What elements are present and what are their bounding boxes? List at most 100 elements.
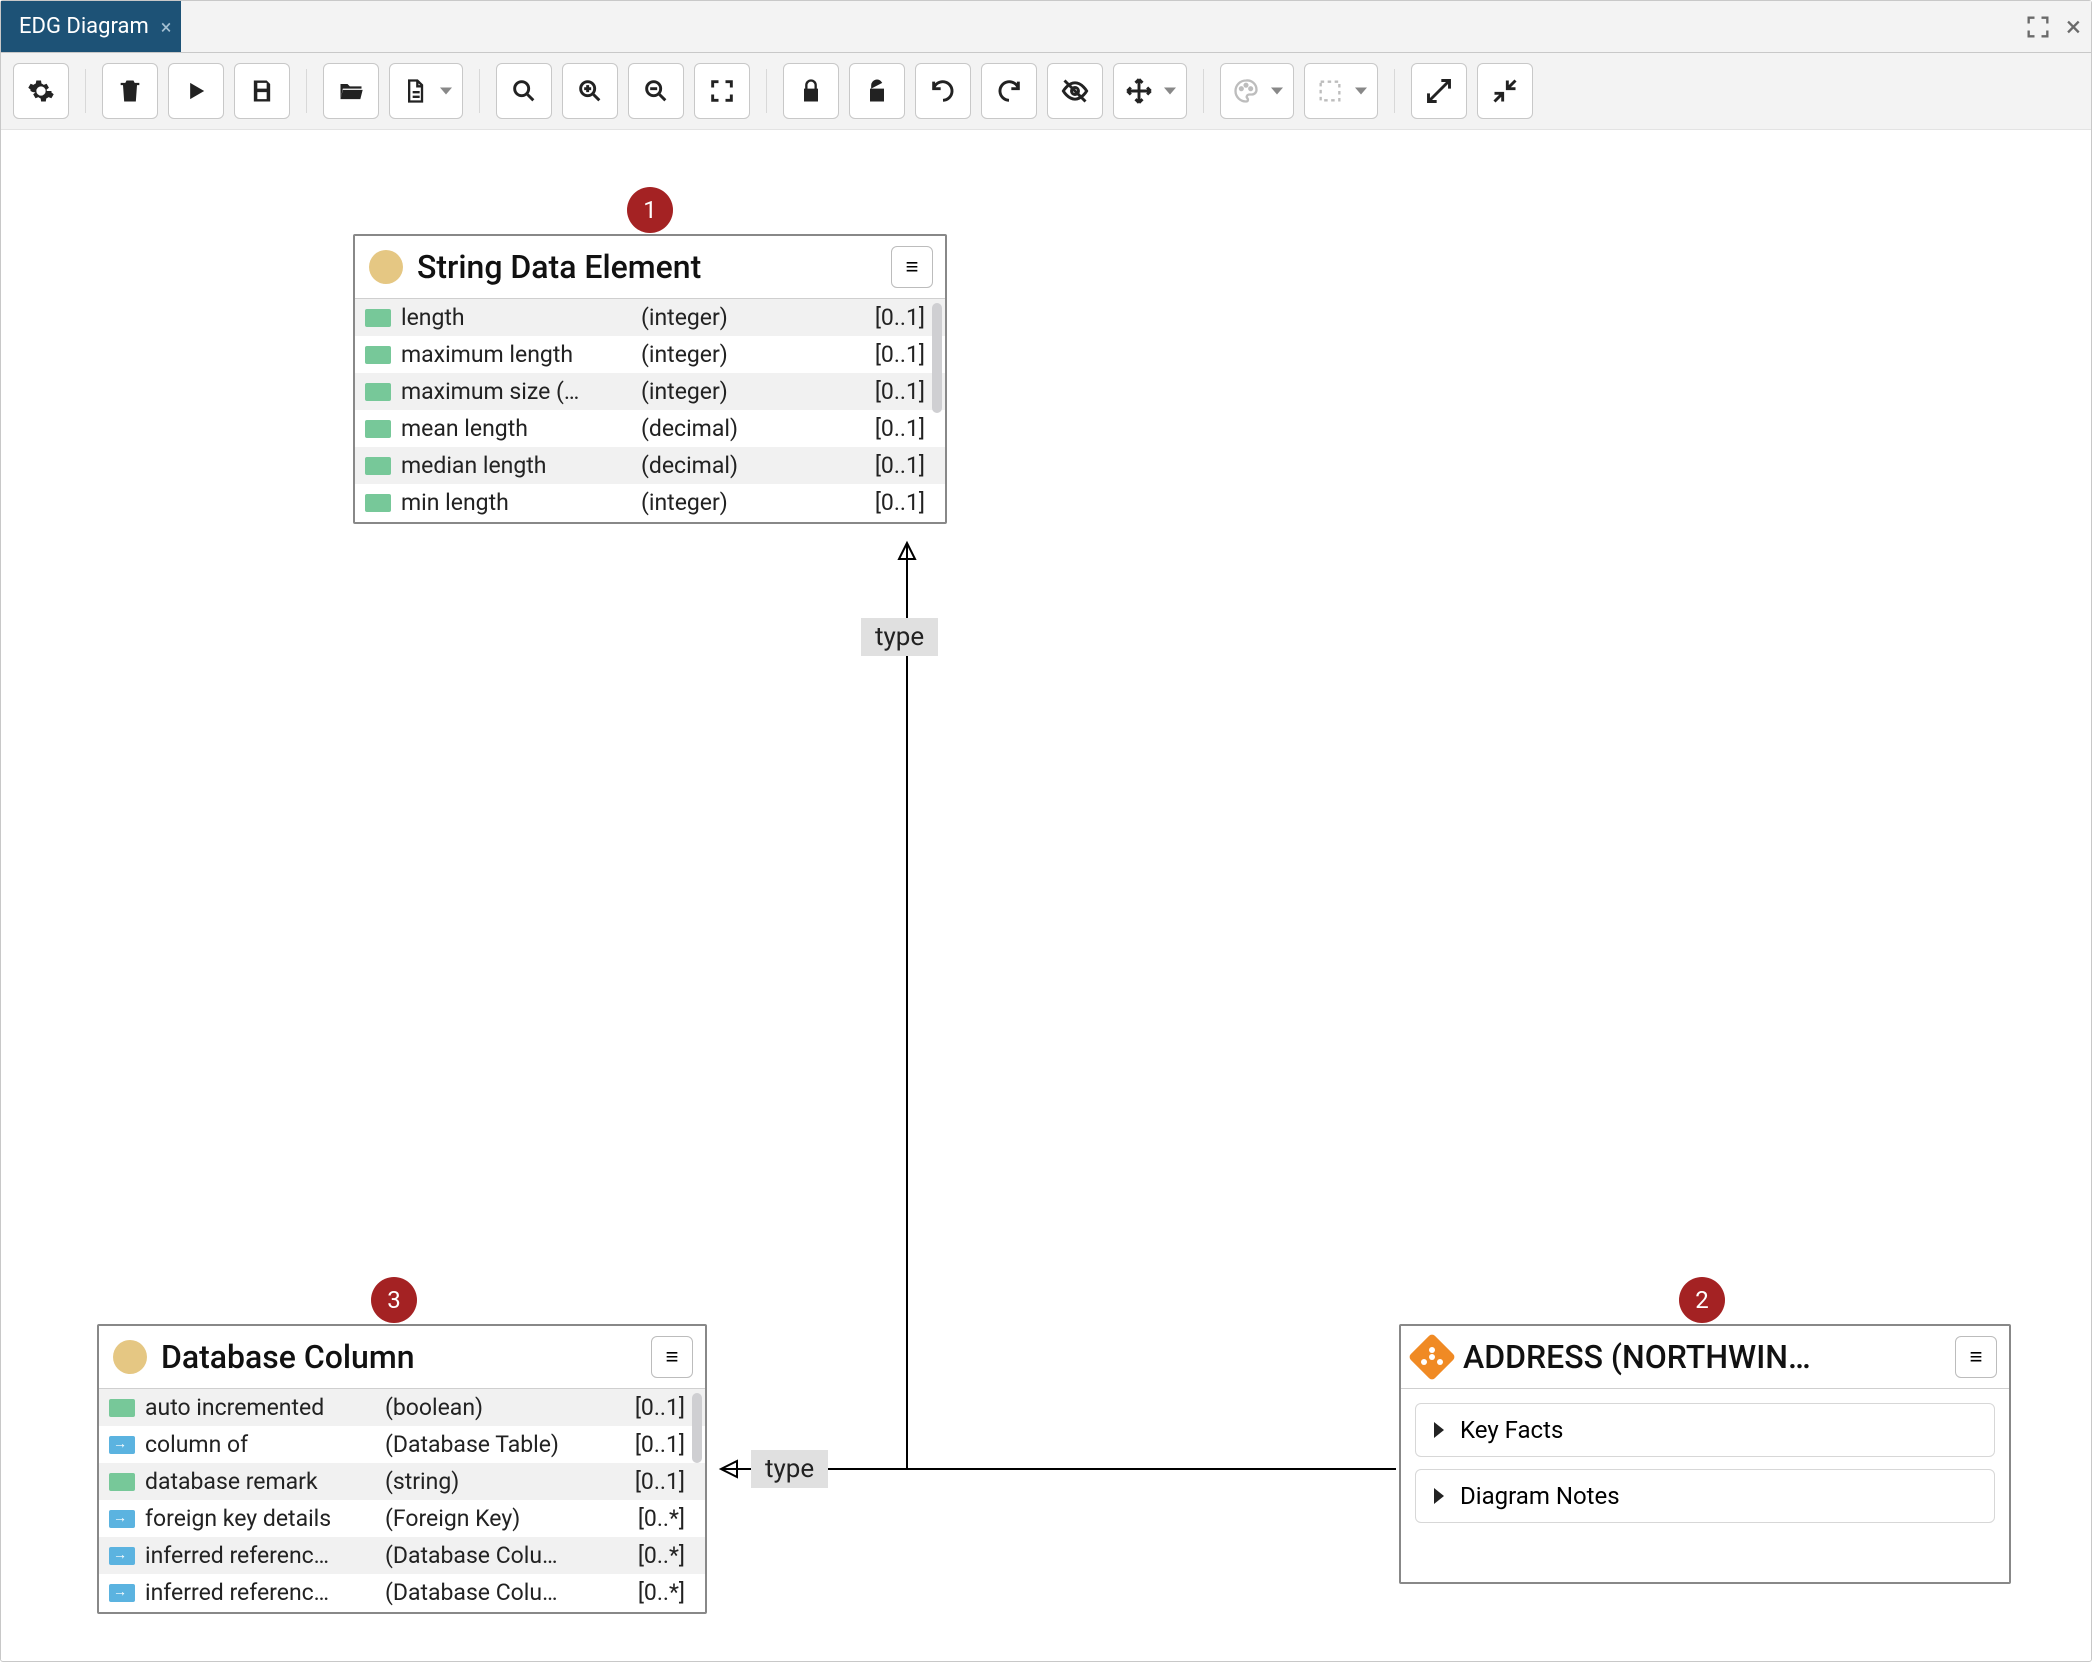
node-menu-button[interactable]: ≡: [1955, 1336, 1997, 1378]
property-row[interactable]: median length(decimal)[0..1]: [355, 447, 945, 484]
property-cardinality: [0..*]: [638, 1579, 685, 1606]
toolbar-separator: [85, 69, 86, 113]
lock-button[interactable]: [783, 63, 839, 119]
property-row[interactable]: length (integer) [0..1]: [355, 299, 945, 336]
maximize-icon[interactable]: [2024, 13, 2052, 41]
node-menu-button[interactable]: ≡: [651, 1336, 693, 1378]
collapse-button[interactable]: [1477, 63, 1533, 119]
unlock-button[interactable]: [849, 63, 905, 119]
property-cardinality: [0..1]: [635, 1468, 685, 1495]
diagram-panel: EDG Diagram × ×: [0, 0, 2092, 1662]
edge-label-type: type: [861, 618, 938, 656]
property-cardinality: [0..1]: [875, 304, 925, 331]
delete-button[interactable]: [102, 63, 158, 119]
property-name: min length: [401, 489, 631, 516]
node-string-data-element[interactable]: String Data Element ≡ length (integer) [0.…: [353, 234, 947, 524]
node-menu-button[interactable]: ≡: [891, 246, 933, 288]
zoom-in-button[interactable]: [562, 63, 618, 119]
datatype-icon: [365, 383, 391, 401]
property-cardinality: [0..1]: [875, 415, 925, 442]
datatype-icon: [365, 457, 391, 475]
open-button[interactable]: [323, 63, 379, 119]
property-cardinality: [0..1]: [875, 452, 925, 479]
marquee-button[interactable]: [1304, 63, 1378, 119]
toolbar-separator: [479, 69, 480, 113]
instance-icon: [1415, 1340, 1449, 1374]
property-name: median length: [401, 452, 631, 479]
move-button[interactable]: [1113, 63, 1187, 119]
property-row[interactable]: min length (integer) [0..1]: [355, 484, 945, 520]
property-row[interactable]: foreign key details (Foreign Key) [0..*]: [99, 1500, 705, 1537]
toolbar: [1, 53, 2091, 130]
node-body: length (integer) [0..1] maximum length (inte…: [355, 298, 945, 520]
property-type: (integer): [641, 341, 801, 368]
node-header: String Data Element ≡: [355, 236, 945, 298]
property-cardinality: [0..1]: [635, 1431, 685, 1458]
property-name: foreign key details: [145, 1505, 375, 1532]
property-type: (integer): [641, 304, 801, 331]
property-name: maximum length: [401, 341, 631, 368]
property-name: maximum size (…: [401, 378, 631, 405]
settings-button[interactable]: [13, 63, 69, 119]
node-address[interactable]: ADDRESS (NORTHWIN… ≡ Key FactsDiagram No…: [1399, 1324, 2011, 1584]
class-icon: [369, 250, 403, 284]
close-panel-icon[interactable]: ×: [2066, 10, 2081, 43]
property-cardinality: [0..1]: [635, 1394, 685, 1421]
property-row[interactable]: auto incremented(boolean)[0..1]: [99, 1389, 705, 1426]
caret-right-icon: [1434, 1488, 1444, 1504]
node-title: String Data Element: [417, 248, 877, 286]
badge-2: 2: [1679, 1277, 1725, 1323]
palette-button[interactable]: [1220, 63, 1294, 119]
scrollbar[interactable]: [692, 1393, 702, 1463]
diagram-canvas[interactable]: type type 1 String Data Element ≡ length…: [1, 130, 2091, 1660]
node-header: Database Column ≡: [99, 1326, 705, 1388]
property-row[interactable]: database remark(string)[0..1]: [99, 1463, 705, 1500]
property-row[interactable]: mean length(decimal)[0..1]: [355, 410, 945, 447]
edge-label-type: type: [751, 1450, 828, 1488]
property-type: (Database Table): [385, 1431, 615, 1458]
section-diagram-notes[interactable]: Diagram Notes: [1415, 1469, 1995, 1523]
property-row[interactable]: inferred referenc…(Database Colu…[0..*]: [99, 1574, 705, 1610]
toolbar-separator: [1394, 69, 1395, 113]
property-name: column of: [145, 1431, 375, 1458]
save-button[interactable]: [234, 63, 290, 119]
redo-button[interactable]: [981, 63, 1037, 119]
toolbar-separator: [1203, 69, 1204, 113]
class-icon: [113, 1340, 147, 1374]
tab-bar: EDG Diagram × ×: [1, 1, 2091, 53]
property-cardinality: [0..*]: [638, 1505, 685, 1532]
play-button[interactable]: [168, 63, 224, 119]
property-cardinality: [0..1]: [875, 489, 925, 516]
datatype-icon: [365, 346, 391, 364]
reference-icon: [109, 1436, 135, 1454]
property-row[interactable]: column of (Database Table) [0..1]: [99, 1426, 705, 1463]
datatype-icon: [365, 309, 391, 327]
zoom-out-button[interactable]: [628, 63, 684, 119]
close-icon[interactable]: ×: [161, 15, 172, 39]
fit-button[interactable]: [694, 63, 750, 119]
datatype-icon: [365, 420, 391, 438]
node-title: Database Column: [161, 1338, 637, 1376]
property-name: length: [401, 304, 631, 331]
property-row[interactable]: maximum size (…(integer)[0..1]: [355, 373, 945, 410]
export-button[interactable]: [389, 63, 463, 119]
tab-edg-diagram[interactable]: EDG Diagram ×: [1, 1, 181, 52]
property-row[interactable]: maximum length(integer)[0..1]: [355, 336, 945, 373]
node-body: auto incremented(boolean)[0..1]column of…: [99, 1388, 705, 1610]
property-type: (integer): [641, 489, 801, 516]
section-key-facts[interactable]: Key Facts: [1415, 1403, 1995, 1457]
expand-button[interactable]: [1411, 63, 1467, 119]
scrollbar[interactable]: [932, 303, 942, 413]
reference-icon: [109, 1510, 135, 1528]
property-row[interactable]: inferred referenc…(Database Colu…[0..*]: [99, 1537, 705, 1574]
section-label: Diagram Notes: [1460, 1482, 1620, 1510]
node-body: Key Facts Diagram Notes: [1401, 1388, 2009, 1543]
toolbar-separator: [766, 69, 767, 113]
property-type: (Foreign Key): [385, 1505, 615, 1532]
search-button[interactable]: [496, 63, 552, 119]
hide-button[interactable]: [1047, 63, 1103, 119]
node-database-column[interactable]: Database Column ≡ auto incremented(boole…: [97, 1324, 707, 1614]
window-controls: ×: [2024, 1, 2081, 52]
undo-button[interactable]: [915, 63, 971, 119]
badge-1: 1: [627, 187, 673, 233]
